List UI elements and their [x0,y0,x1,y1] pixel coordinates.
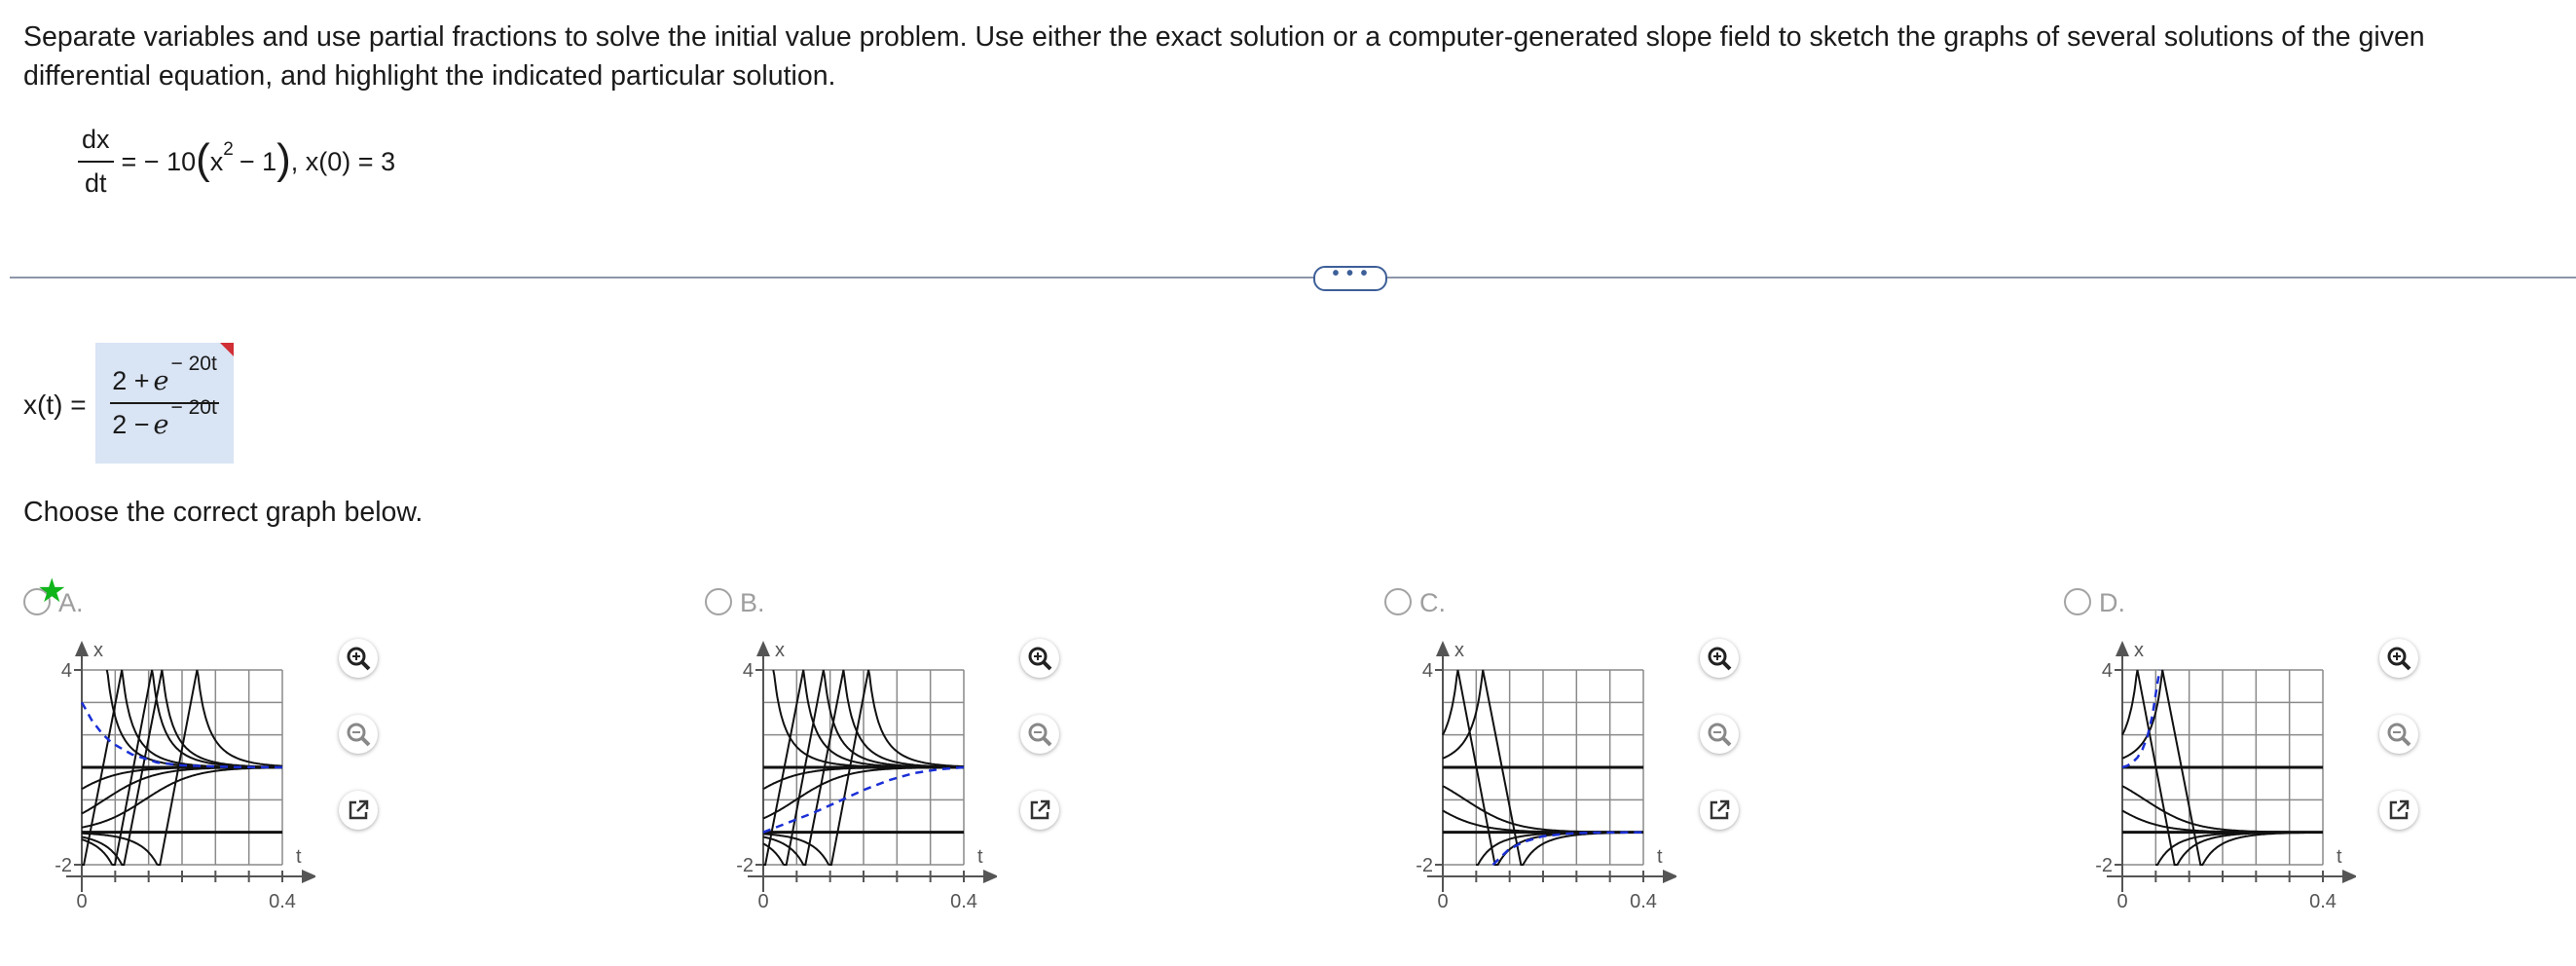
left-paren: ( [196,135,210,183]
solution-graph: x t 4 -20 0.4 [1416,640,1676,912]
zoom-in-icon [1707,646,1732,671]
t-tick-label-end: 0.4 [2309,891,2337,912]
solution-curve [772,669,964,768]
t-tick-label-end: 0.4 [269,891,296,912]
x-tick-label-top: 4 [2102,660,2113,682]
derivative-numerator: dx [78,125,114,163]
answer-fraction: 2 + e − 20t 2 − e − 20t [110,353,219,440]
choice-radio[interactable] [1384,588,1412,615]
answer-den-left: 2 − [112,410,150,439]
t-tick-label-end: 0.4 [1630,891,1657,912]
choose-prompt: Choose the correct graph below. [23,497,423,528]
x-tick-label-top: 4 [61,660,72,682]
solution-graph: x t 4 -20 0.4 [2095,640,2356,912]
zoom-in-button[interactable] [339,639,378,678]
t-tick-label-zero: 0 [757,891,768,912]
x-tick-label-bottom: -2 [2095,855,2113,876]
x-tick-label-top: 4 [743,660,754,682]
choice-radio[interactable] [2064,588,2091,615]
t-axis-arrow [302,870,315,883]
x-axis-label: x [775,640,785,661]
answer-box[interactable]: 2 + e − 20t 2 − e − 20t [95,343,234,464]
zoom-out-button[interactable] [2379,715,2418,754]
ode-x: x [209,146,224,176]
x-axis-arrow [1436,641,1450,656]
zoom-in-button[interactable] [2379,639,2418,678]
derivative-denominator: dt [85,168,107,198]
ode-minus-one: − 1 [239,146,277,176]
open-in-new-window-icon [1028,799,1051,822]
zoom-out-icon [1707,722,1732,747]
open-in-new-window-button[interactable] [2379,791,2418,830]
open-in-new-window-icon [347,799,370,822]
section-divider [10,277,2576,279]
answer-den-exponent: − 20t [170,396,217,419]
answer-label: x(t) = [23,390,87,420]
t-tick-label-zero: 0 [76,891,87,912]
differential-equation: dx dt = − 10 ( x2 − 1 ) , x(0) = 3 [78,125,395,199]
right-paren: ) [276,135,291,183]
x-axis-label: x [93,640,103,661]
open-in-new-window-button[interactable] [1020,791,1059,830]
zoom-in-button[interactable] [1700,639,1739,678]
choice-a[interactable]: ★ A. x t 4 -2 0 0.4 [23,575,413,915]
choice-d[interactable]: D. x t 4 -2 0 0.4 [2064,584,2453,915]
t-tick-label-end: 0.4 [950,891,977,912]
zoom-out-button[interactable] [1700,715,1739,754]
x-axis-arrow [75,641,89,656]
problem-instruction: Separate variables and use partial fract… [23,21,2425,92]
x-tick-label-bottom: -2 [1416,855,1433,876]
choice-letter: C. [1419,588,1446,617]
t-tick-label-zero: 0 [1437,891,1448,912]
initial-condition: , x(0) = 3 [290,146,396,176]
solution-graph: x t 4 -20 0.4 [55,640,315,912]
answer-den-e: e [153,410,169,440]
zoom-out-icon [1027,722,1052,747]
x-tick-label-bottom: -2 [55,855,72,876]
t-axis-label: t [1657,846,1663,868]
x-axis-label: x [1454,640,1464,661]
answer-flag-corner [220,343,234,356]
zoom-in-button[interactable] [1020,639,1059,678]
answer-denominator: 2 − e − 20t [110,396,219,440]
x-axis-arrow [2116,641,2129,656]
more-button[interactable]: • • • [1313,264,1387,291]
answer-num-left: 2 + [112,366,150,395]
x-tick-label-bottom: -2 [736,855,754,876]
t-axis-arrow [2342,870,2356,883]
x-axis-label: x [2134,640,2144,661]
choice-c[interactable]: C. x t 4 -2 0 0.4 [1384,584,1774,915]
answer-num-e: e [153,366,169,396]
zoom-in-icon [346,646,371,671]
open-in-new-window-icon [1708,799,1731,822]
ode-equals: = − 10 [121,146,197,176]
t-axis-arrow [983,870,997,883]
choice-letter: D. [2099,588,2125,617]
zoom-out-button[interactable] [1020,715,1059,754]
choice-b[interactable]: B. x t 4 -2 0 0.4 [705,584,1094,915]
x-tick-label-top: 4 [1422,660,1433,682]
t-axis-label: t [296,846,302,868]
ode-power: 2 [223,139,234,160]
answer-num-exponent: − 20t [170,353,217,375]
t-axis-label: t [2337,846,2342,868]
open-in-new-window-icon [2387,799,2410,822]
choice-radio[interactable] [705,588,732,615]
zoom-out-icon [2386,722,2411,747]
open-in-new-window-button[interactable] [1700,791,1739,830]
solution-graph: x t 4 -20 0.4 [736,640,997,912]
zoom-in-icon [1027,646,1052,671]
zoom-in-icon [2386,646,2411,671]
zoom-out-icon [346,722,371,747]
open-in-new-window-button[interactable] [339,791,378,830]
choice-letter: B. [740,588,765,617]
choice-letter: A. [58,588,84,617]
t-tick-label-zero: 0 [2116,891,2127,912]
zoom-out-button[interactable] [339,715,378,754]
x-axis-arrow [756,641,770,656]
derivative-fraction: dx dt [78,125,114,199]
t-axis-arrow [1663,870,1676,883]
t-axis-label: t [977,846,983,868]
